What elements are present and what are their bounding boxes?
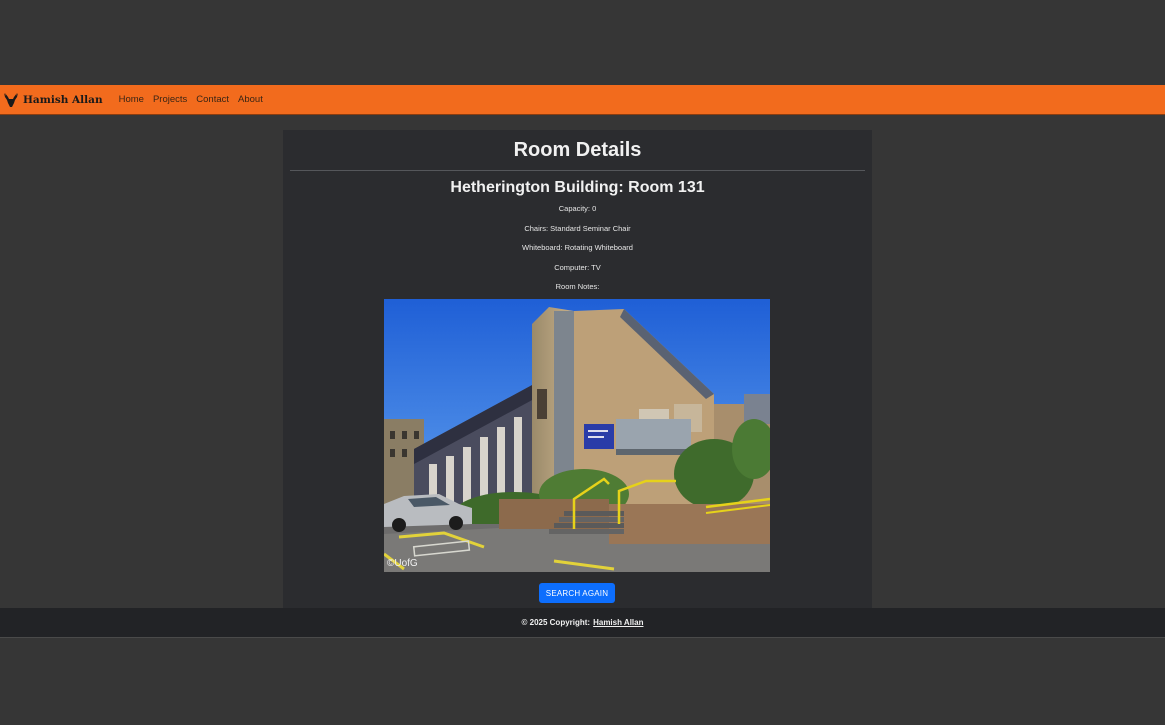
stag-head-icon xyxy=(4,92,18,107)
search-again-button[interactable]: SEARCH AGAIN xyxy=(539,583,615,603)
nav-link-about[interactable]: About xyxy=(238,94,263,105)
brand-name: Hamish Allan xyxy=(23,93,103,106)
brand-link[interactable]: Hamish Allan xyxy=(2,92,103,108)
detail-room-notes: Room Notes: xyxy=(555,282,600,291)
nav-link-projects[interactable]: Projects xyxy=(153,94,187,105)
detail-computer: Computer: TV xyxy=(554,262,601,272)
nav-link-contact[interactable]: Contact xyxy=(196,94,229,105)
copyright-text: © 2025 Copyright: xyxy=(521,618,591,627)
detail-capacity: Capacity: 0 xyxy=(558,204,597,213)
detail-chairs: Chairs: Standard Seminar Chair xyxy=(524,223,631,233)
page-title: Room Details xyxy=(513,139,642,161)
room-building-photo xyxy=(384,299,770,572)
nav-link-home[interactable]: Home xyxy=(119,94,144,105)
title-divider xyxy=(290,170,865,171)
nav-links: Home Projects Contact About xyxy=(119,94,272,105)
navbar: Hamish Allan Home Projects Contact About xyxy=(0,85,1165,115)
footer: © 2025 Copyright: Hamish Allan xyxy=(0,608,1165,638)
detail-whiteboard: Whiteboard: Rotating Whiteboard xyxy=(522,243,633,252)
footer-author-link[interactable]: Hamish Allan xyxy=(593,618,643,627)
room-heading: Hetherington Building: Room 131 xyxy=(450,179,705,196)
room-details-card: Room Details Hetherington Building: Room… xyxy=(283,130,872,608)
image-credit: ©UofG xyxy=(387,558,418,569)
